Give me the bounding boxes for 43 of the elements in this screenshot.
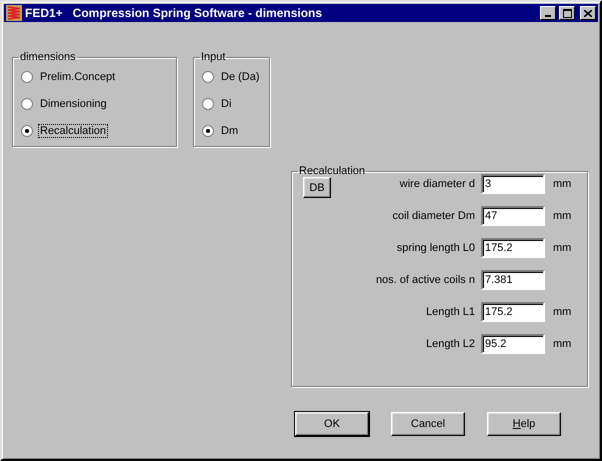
input-field[interactable]: 3 bbox=[481, 174, 545, 194]
radio-label[interactable]: Dm bbox=[220, 124, 240, 136]
close-icon bbox=[584, 10, 592, 16]
group-title: dimensions bbox=[19, 51, 77, 63]
unit-label: mm bbox=[552, 210, 572, 222]
dialog-button[interactable]: OK bbox=[295, 412, 369, 436]
unit-label: mm bbox=[552, 306, 572, 318]
unit-label: mm bbox=[552, 178, 572, 190]
input-field[interactable]: 175.2 bbox=[481, 238, 545, 258]
input-field[interactable]: 175.2 bbox=[481, 302, 545, 322]
field-label: spring length L0 bbox=[396, 242, 476, 254]
maximize-icon bbox=[562, 8, 572, 18]
radio-label[interactable]: Prelim.Concept bbox=[39, 70, 116, 82]
unit-label: mm bbox=[552, 338, 572, 350]
close-button[interactable] bbox=[580, 6, 596, 20]
field-label: wire diameter d bbox=[398, 178, 476, 190]
spring-icon bbox=[6, 5, 22, 21]
radio-label[interactable]: Recalculation bbox=[39, 124, 108, 136]
input-field[interactable]: 47 bbox=[481, 206, 545, 226]
dialog-button[interactable]: Cancel bbox=[391, 412, 465, 436]
dialog-button[interactable]: Help bbox=[487, 412, 561, 436]
radio-label[interactable]: Di bbox=[220, 98, 232, 110]
input-field[interactable]: 95.2 bbox=[481, 334, 545, 354]
radio-button[interactable] bbox=[21, 98, 33, 110]
minimize-button[interactable] bbox=[540, 6, 556, 20]
radio-button[interactable] bbox=[21, 70, 33, 82]
radio-button[interactable] bbox=[202, 70, 214, 82]
radio-label[interactable]: Dimensioning bbox=[39, 98, 108, 110]
radio-button[interactable] bbox=[21, 124, 33, 136]
input-field[interactable]: 7.381 bbox=[481, 270, 545, 290]
field-label: coil diameter Dm bbox=[391, 210, 476, 222]
window-title: FED1+ Compression Spring Software - dimensions bbox=[25, 6, 324, 20]
unit-label: mm bbox=[552, 242, 572, 254]
maximize-button[interactable] bbox=[559, 6, 575, 20]
group-title: Input bbox=[200, 51, 226, 63]
field-label: Length L1 bbox=[425, 306, 476, 318]
group-title: Recalculation bbox=[298, 165, 366, 177]
radio-label[interactable]: De (Da) bbox=[220, 70, 261, 82]
radio-button[interactable] bbox=[202, 98, 214, 110]
radio-button[interactable] bbox=[202, 124, 214, 136]
field-label: nos. of active coils n bbox=[374, 274, 476, 286]
field-label: Length L2 bbox=[425, 338, 476, 350]
db-button[interactable]: DB bbox=[303, 177, 331, 198]
